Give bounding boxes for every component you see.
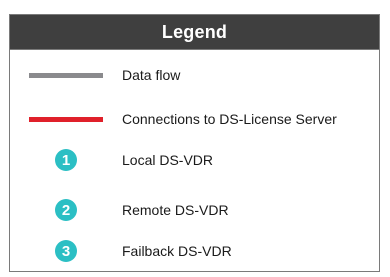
red-line-icon (29, 116, 103, 122)
legend-panel: Legend Data flow Connections to DS-Licen… (9, 14, 380, 272)
data-flow-line-swatch (10, 61, 122, 89)
legend-row-data-flow: Data flow (10, 61, 379, 89)
license-connection-line-swatch (10, 105, 122, 133)
legend-title: Legend (10, 15, 379, 49)
data-flow-label: Data flow (122, 67, 181, 83)
number-1-badge-icon: 1 (55, 149, 77, 171)
number-3-badge-icon: 3 (55, 240, 77, 262)
legend-row-local-vdr: 1 Local DS-VDR (10, 146, 379, 174)
number-2-badge-icon: 2 (55, 199, 77, 221)
failback-vdr-label: Failback DS-VDR (122, 243, 232, 259)
remote-vdr-label: Remote DS-VDR (122, 202, 229, 218)
gray-line-icon (29, 72, 103, 78)
legend-row-remote-vdr: 2 Remote DS-VDR (10, 196, 379, 224)
legend-row-failback-vdr: 3 Failback DS-VDR (10, 237, 379, 265)
legend-divider (10, 49, 379, 50)
local-vdr-label: Local DS-VDR (122, 152, 214, 168)
license-connection-label: Connections to DS-License Server (122, 111, 337, 127)
legend-row-license-connections: Connections to DS-License Server (10, 105, 379, 133)
